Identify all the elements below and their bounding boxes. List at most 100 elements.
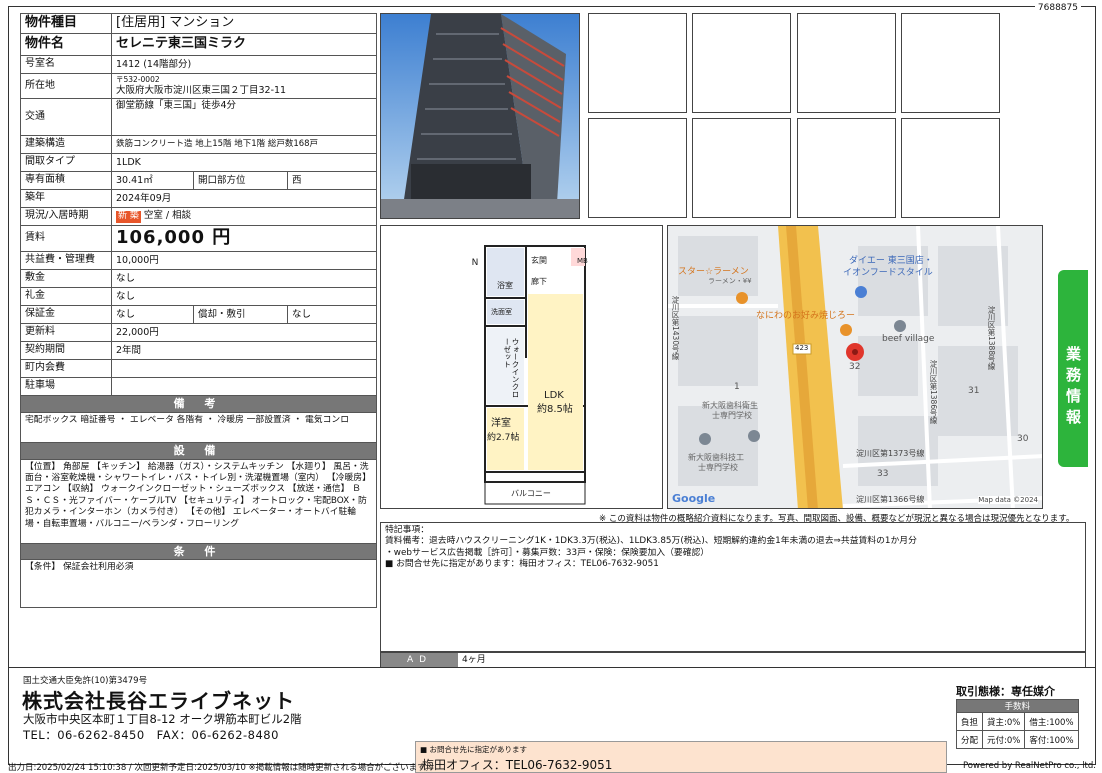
contact-heading: ■ お問合せ先に指定があります	[420, 745, 527, 754]
print-info: 出力日:2025/02/24 15:10:38 / 次回更新予定日:2025/0…	[0, 760, 1102, 773]
building-photo[interactable]	[380, 13, 580, 219]
commission-heading: 手数料	[956, 699, 1079, 713]
split-origin: 元付:0%	[982, 730, 1026, 749]
conditions-heading: 条 件	[19, 542, 378, 561]
built-label: 築年	[20, 189, 112, 208]
burden-borrower: 借主:100%	[1024, 712, 1079, 731]
term-label: 契約期間	[20, 341, 112, 360]
fee-value: 10,000円	[110, 251, 378, 270]
special-remarks: 特記事項： 賃料備考：退去時ハウスクリーニング1K・1DK3.3万(税込)、1L…	[380, 522, 1086, 652]
poi-school-2b: 士専門学校	[698, 463, 738, 472]
name-label: 物件名	[20, 33, 112, 56]
wic-label: ウォークインクローゼット	[502, 338, 520, 398]
block-30: 30	[1017, 434, 1029, 444]
remarks-line-4: ■ お問合せ先に指定があります：梅田オフィス：TEL06-7632-9051	[385, 559, 659, 570]
layout-value: 1LDK	[110, 153, 378, 172]
road-1366: 淀川区第1366号線	[856, 495, 925, 504]
transport-label: 交通	[20, 98, 112, 136]
road-1388: 淀川区第1388号線	[987, 306, 996, 371]
building-photo-image	[381, 14, 579, 218]
poi-beef-village: beef village	[882, 334, 935, 344]
poi-school-1b: 士専門学校	[712, 411, 752, 420]
keymoney-value: なし	[110, 287, 378, 306]
address-value: 大阪府大阪市淀川区東三国２丁目32-11	[116, 84, 287, 96]
trade-type: 取引態様：専任媒介	[956, 685, 1055, 698]
western-size: 約2.7帖	[487, 431, 519, 443]
photo-slot[interactable]	[797, 118, 896, 218]
structure-value: 鉄筋コンクリート造 地上15階 地下1階 総戸数168戸	[110, 135, 378, 154]
deposit-label: 敷金	[20, 269, 112, 288]
amort-label: 償却・敷引	[193, 305, 288, 324]
location-pin-icon[interactable]	[843, 339, 867, 363]
address-label: 所在地	[20, 73, 112, 99]
built-value: 2024年09月	[110, 189, 378, 208]
photo-slot[interactable]	[588, 13, 687, 113]
split-label: 分配	[955, 730, 984, 749]
layout-label: 間取タイプ	[20, 153, 112, 172]
internal-label: 町内会費	[20, 359, 112, 378]
road-1373: 淀川区第1373号線	[856, 449, 925, 458]
block-32: 32	[849, 362, 861, 372]
bath-label: 浴室	[497, 280, 513, 290]
north-label: N	[472, 258, 479, 268]
print-date: 出力日:2025/02/24 15:10:38 / 次回更新予定日:2025/0…	[8, 763, 434, 773]
business-info-tab[interactable]: 業務情報	[1058, 270, 1088, 467]
facilities-heading: 設 備	[19, 441, 378, 460]
footer: 国土交通大臣免許(10)第3479号 株式会社長谷エライブネット 大阪市中央区本…	[8, 667, 1096, 773]
ad-row: AD 4ヶ月	[380, 652, 1086, 668]
postal: 〒532-0002	[116, 75, 160, 85]
photo-slot[interactable]	[901, 13, 1000, 113]
term-value: 2年間	[110, 341, 378, 360]
google-logo: Google	[672, 492, 716, 505]
road-1430: 淀川区第1430号線	[671, 296, 680, 361]
keymoney-label: 礼金	[20, 287, 112, 306]
washroom-label: 洗面室	[491, 307, 512, 316]
area-value: 30.41㎡	[111, 171, 194, 190]
photo-slot[interactable]	[692, 118, 791, 218]
status-cell: 新 築空室 / 相談	[110, 207, 378, 226]
western-label: 洋室	[491, 416, 511, 429]
floor-plan-drawing: N 玄関 MB 廊下 洗面室 浴室 LDK 約8.5帖 洋室 約2.7帖 バルコ…	[472, 245, 588, 505]
deposit-value: なし	[110, 269, 378, 288]
parking-label: 駐車場	[20, 377, 112, 396]
location-map[interactable]: ダイエー 東三国店・ イオンフードスタイル スター☆ラーメン ラーメン・¥¥ な…	[667, 225, 1043, 509]
commission-table: 手数料 負担 貸主:0% 借主:100% 分配 元付:0% 客付:100%	[955, 699, 1079, 749]
burden-lender: 貸主:0%	[982, 712, 1026, 731]
company-address: 大阪市中央区本町１丁目8-12 オーク堺筋本町ビル2階	[23, 712, 302, 726]
route-number: 423	[795, 344, 809, 352]
amort-value: なし	[286, 305, 378, 324]
photo-slot[interactable]	[901, 118, 1000, 218]
status-label: 現況/入居時期	[20, 207, 112, 226]
area-label: 専有面積	[20, 171, 112, 190]
powered-by: Powered by RealNetPro co., ltd.	[962, 761, 1096, 771]
mb-label: MB	[577, 257, 588, 265]
opening-label: 開口部方位	[193, 171, 288, 190]
remarks-line-2: 賃料備考：退去時ハウスクリーニング1K・1DK3.3万(税込)、1LDK3.85…	[385, 536, 917, 547]
new-badge: 新 築	[116, 211, 141, 223]
photo-slot[interactable]	[692, 13, 791, 113]
road-1386: 淀川区第1386号線	[929, 360, 938, 425]
renewal-value: 22,000円	[110, 323, 378, 342]
floor-plan[interactable]: N 玄関 MB 廊下 洗面室 浴室 LDK 約8.5帖 洋室 約2.7帖 バルコ…	[380, 225, 663, 509]
internal-value	[110, 359, 378, 378]
type-label: 物件種目	[20, 13, 112, 34]
poi-daiei-2: イオンフードスタイル	[843, 268, 933, 278]
renewal-label: 更新料	[20, 323, 112, 342]
facilities-text: 【位置】 角部屋 【キッチン】 給湯器（ガス）・システムキッチン 【水廻り】 風…	[19, 458, 378, 544]
hall-label: 廊下	[531, 276, 547, 286]
rent-value: 106,000 円	[110, 225, 378, 252]
ldk-size: 約8.5帖	[537, 402, 573, 415]
block-1: 1	[734, 382, 740, 392]
photo-slot[interactable]	[797, 13, 896, 113]
balcony-label: バルコニー	[511, 489, 551, 498]
remarks-line-3: ・webサービス広告掲載［許可］・募集戸数：33戸・保険：保険要加入（要確認）	[385, 547, 710, 558]
remarks-line-1: 特記事項：	[385, 525, 429, 535]
rent-label: 賃料	[20, 225, 112, 252]
ad-value: 4ヶ月	[462, 655, 486, 665]
room-label: 号室名	[20, 55, 112, 74]
photo-slot[interactable]	[588, 118, 687, 218]
block-31: 31	[968, 386, 980, 396]
room-value: 1412 (14階部分)	[110, 55, 378, 74]
name-value: セレニテ東三国ミラク	[110, 33, 378, 56]
ldk-label: LDK	[544, 390, 564, 401]
